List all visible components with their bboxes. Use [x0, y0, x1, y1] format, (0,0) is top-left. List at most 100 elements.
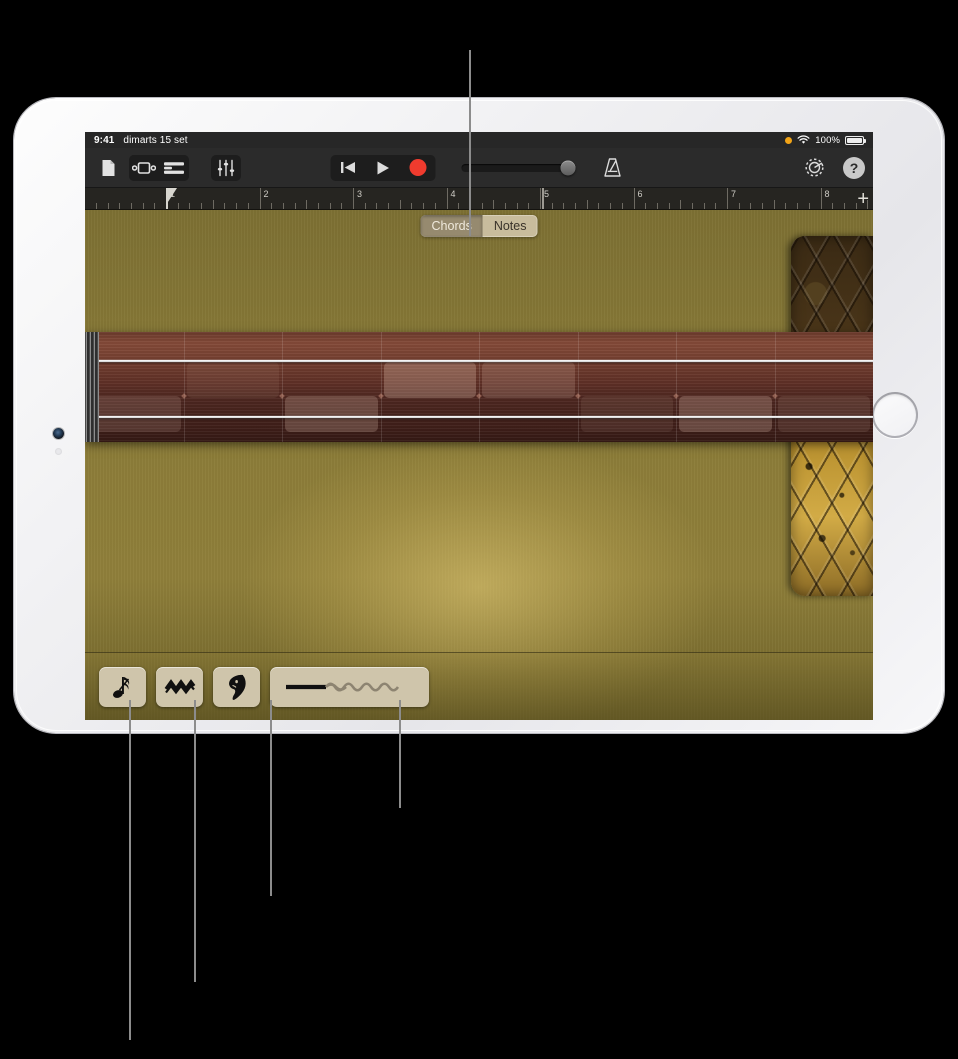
gear-icon — [804, 158, 824, 177]
fretboard-nut — [85, 332, 99, 442]
play-button[interactable] — [366, 155, 401, 181]
ruler-tick — [493, 200, 495, 209]
ruler-tick — [119, 203, 121, 209]
ruler-tick — [504, 203, 506, 209]
note-cell[interactable] — [383, 362, 476, 398]
track-controls-button[interactable] — [211, 154, 241, 181]
ruler-tick — [317, 203, 319, 209]
main-toolbar: ? — [85, 148, 873, 188]
metronome-icon — [604, 158, 621, 177]
master-volume-slider[interactable] — [461, 155, 576, 181]
callout-tremolo — [194, 700, 196, 982]
tracks-view-button[interactable] — [159, 154, 189, 181]
loop-browser-button[interactable] — [129, 154, 159, 181]
ruler-tick — [95, 203, 97, 209]
ruler-bar-label: 5 — [544, 189, 550, 199]
ipad-device: 9:41 dimarts 15 set 100% ? 1 2 3 4 5 6 7… — [14, 98, 944, 733]
ruler-tick — [575, 203, 577, 209]
chords-notes-control[interactable]: Chords Notes — [420, 215, 538, 237]
ruler-tick — [212, 200, 214, 209]
ruler-bar-label: 6 — [637, 189, 643, 199]
playhead-marker[interactable] — [166, 188, 177, 205]
note-cell[interactable] — [88, 396, 181, 432]
string-1[interactable] — [85, 360, 873, 362]
grace-note-button[interactable] — [99, 666, 146, 707]
erhu-fretboard[interactable] — [85, 332, 873, 442]
ruler-tick — [423, 203, 425, 209]
string-2[interactable] — [85, 416, 873, 418]
battery-full-icon — [845, 135, 866, 145]
ruler-tick — [551, 203, 553, 209]
ruler-tick — [785, 203, 787, 209]
ruler-tick — [797, 203, 799, 209]
ruler-tick — [247, 203, 249, 209]
rewind-button[interactable] — [331, 155, 366, 181]
ruler-tick — [294, 203, 296, 209]
ruler-tick — [563, 203, 565, 209]
note-cell[interactable] — [679, 396, 772, 432]
line-to-wave-icon — [285, 681, 399, 692]
callout-mode-control — [469, 50, 471, 236]
note-cell[interactable] — [580, 396, 673, 432]
ambient-sensor-icon — [55, 448, 62, 455]
status-time: 9:41 — [94, 134, 115, 146]
metronome-button[interactable] — [598, 155, 628, 181]
note-cell[interactable] — [777, 396, 870, 432]
tab-chords[interactable]: Chords — [420, 215, 483, 237]
ruler-tick — [703, 203, 705, 209]
ruler-tick — [434, 203, 436, 209]
ruler-tick — [691, 203, 693, 209]
home-button[interactable] — [872, 392, 918, 438]
fret-line — [676, 332, 677, 442]
instrument-stage: Chords Notes Pentatònica major — [85, 210, 873, 720]
horse-bow-button[interactable] — [213, 666, 260, 707]
ruler-tick — [528, 203, 530, 209]
ruler-tick — [306, 200, 308, 209]
my-songs-button[interactable] — [93, 155, 123, 181]
ruler-bar-4: 4 — [446, 188, 456, 209]
ruler-tick — [376, 203, 378, 209]
note-cell[interactable] — [285, 396, 378, 432]
ruler-tick — [738, 203, 740, 209]
articulation-controls — [85, 652, 873, 720]
wifi-icon — [797, 135, 810, 144]
fret-line — [774, 332, 776, 442]
ruler-tick — [282, 203, 284, 209]
ruler-tick — [621, 203, 623, 209]
transport-controls — [330, 154, 628, 181]
slider-knob[interactable] — [560, 160, 576, 175]
tab-notes[interactable]: Notes — [483, 215, 538, 237]
document-icon — [102, 159, 114, 176]
ruler-tick — [750, 203, 752, 209]
zigzag-wave-icon — [164, 678, 195, 694]
ruler-tick — [656, 203, 658, 209]
ruler-tick — [411, 203, 413, 209]
ruler-bar-7: 7 — [727, 188, 736, 209]
ruler-tick — [668, 203, 670, 209]
record-button[interactable] — [401, 155, 436, 181]
mixer-sliders-icon — [217, 159, 235, 176]
help-button[interactable]: ? — [843, 156, 865, 179]
play-icon — [377, 161, 389, 174]
ruler-tick — [236, 203, 238, 209]
ipad-screen: 9:41 dimarts 15 set 100% ? 1 2 3 4 5 6 7… — [85, 132, 873, 720]
settings-button[interactable] — [799, 155, 829, 181]
tracks-view-icon — [164, 161, 184, 174]
ruler-tick — [201, 203, 203, 209]
ruler-tick — [130, 203, 132, 209]
note-cell[interactable] — [186, 362, 279, 398]
vibrato-slider[interactable] — [270, 666, 429, 707]
note-cell[interactable] — [482, 362, 575, 398]
orange-dot-icon — [785, 136, 793, 144]
ruler-tick — [154, 203, 156, 209]
battery-percent: 100% — [815, 134, 840, 146]
ruler-tick — [610, 203, 612, 209]
status-date: dimarts 15 set — [123, 134, 188, 146]
fret-line — [282, 332, 283, 442]
ruler-tick — [773, 200, 775, 209]
callout-vibrato — [399, 700, 401, 808]
status-bar: 9:41 dimarts 15 set 100% — [85, 132, 873, 148]
timeline-ruler[interactable]: 12345678 + — [85, 188, 873, 210]
add-section-button[interactable]: + — [857, 189, 869, 209]
ruler-tick — [142, 203, 144, 209]
